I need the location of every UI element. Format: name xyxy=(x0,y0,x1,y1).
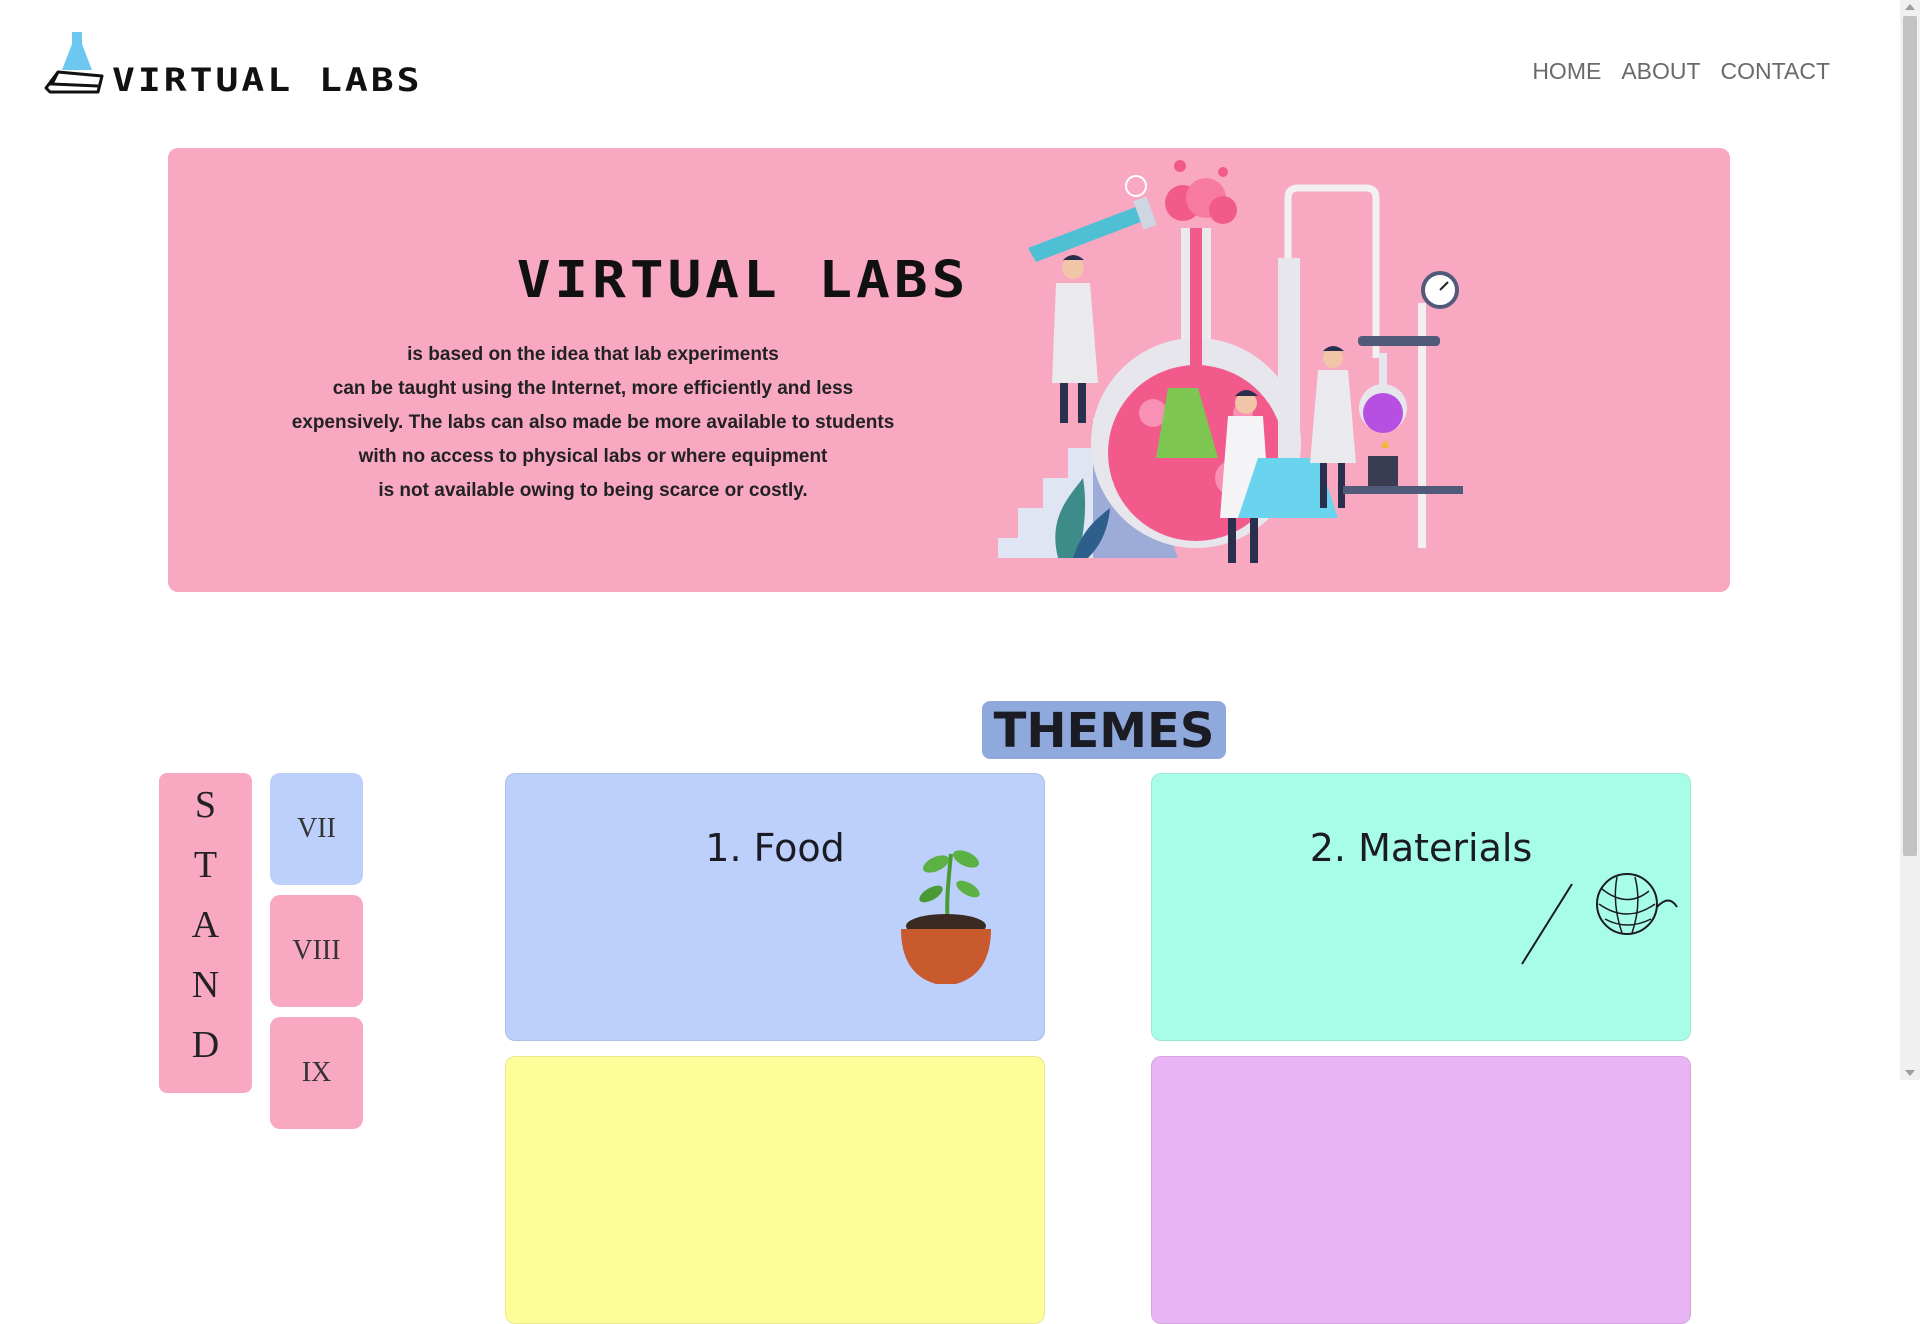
yarn-needle-icon xyxy=(1521,873,1678,965)
lab-scientists-illustration xyxy=(998,160,1463,563)
standard-label-column: S T A N D xyxy=(159,773,252,1093)
standard-letter: A xyxy=(191,904,220,946)
flask-logo-icon xyxy=(44,32,104,94)
theme-card-4[interactable] xyxy=(1151,1056,1691,1324)
scrollbar-thumb[interactable] xyxy=(1903,16,1917,856)
standard-letter: S xyxy=(194,784,217,826)
site-logo[interactable]: VIRTUAL LABS xyxy=(42,30,423,96)
standard-letter: D xyxy=(191,1024,220,1066)
standard-letter: N xyxy=(191,964,220,1006)
page-scrollbar[interactable] xyxy=(1900,0,1920,1080)
hero-line: with no access to physical labs or where… xyxy=(358,446,828,467)
theme-card-materials[interactable]: 2. Materials xyxy=(1151,773,1691,1041)
hero-line: expensively. The labs can also made be m… xyxy=(291,412,895,433)
scroll-up-arrow-icon[interactable] xyxy=(1905,4,1915,10)
grade-button-ix[interactable]: IX xyxy=(270,1017,363,1129)
plant-pot-icon xyxy=(901,850,991,984)
standard-letter: T xyxy=(193,844,218,886)
hero-line: is based on the idea that lab experiment… xyxy=(407,344,779,365)
hero-line: is not available owing to being scarce o… xyxy=(378,480,808,501)
hero-banner: VIRTUAL LABS is based on the idea that l… xyxy=(168,148,1730,592)
grade-button-vii[interactable]: VII xyxy=(270,773,363,885)
theme-card-food[interactable]: 1. Food xyxy=(505,773,1045,1041)
hero-line: can be taught using the Internet, more e… xyxy=(332,378,854,399)
scroll-down-arrow-icon[interactable] xyxy=(1905,1070,1915,1076)
themes-badge: THEMES xyxy=(982,701,1226,759)
nav-about[interactable]: ABOUT xyxy=(1621,58,1700,85)
hero-description: is based on the idea that lab experiment… xyxy=(238,338,948,508)
grade-button-viii[interactable]: VIII xyxy=(270,895,363,1007)
theme-card-3[interactable] xyxy=(505,1056,1045,1324)
main-nav: HOME ABOUT CONTACT xyxy=(1532,58,1830,85)
logo-text: VIRTUAL LABS xyxy=(112,61,423,99)
nav-contact[interactable]: CONTACT xyxy=(1721,58,1830,85)
theme-card-title: 2. Materials xyxy=(1309,826,1533,870)
nav-home[interactable]: HOME xyxy=(1532,58,1601,85)
